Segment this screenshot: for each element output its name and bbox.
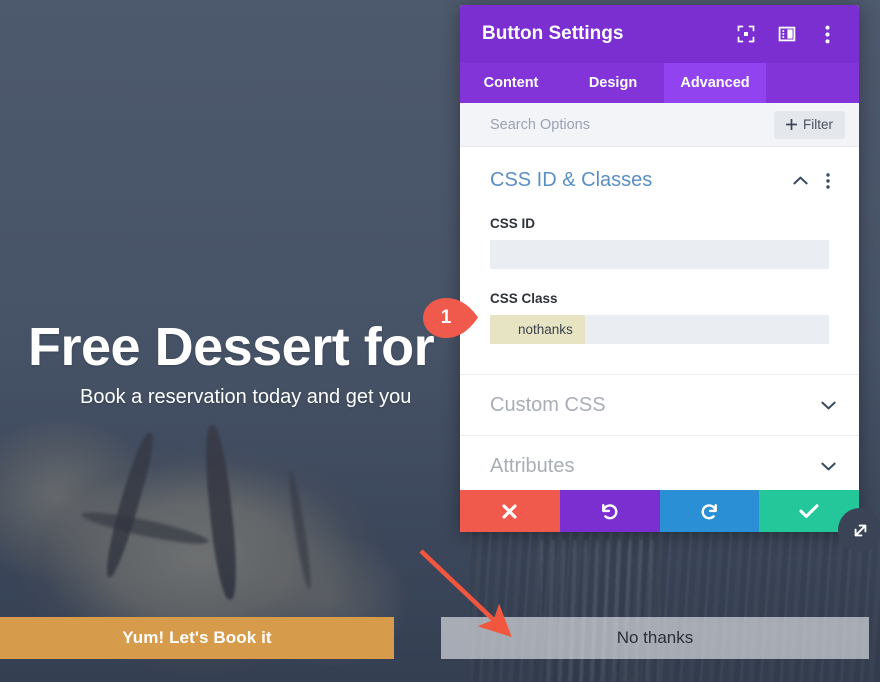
modal-title: Button Settings	[482, 23, 624, 44]
tab-design[interactable]: Design	[562, 63, 664, 103]
hero-secondary-cta-button[interactable]: No thanks	[441, 617, 869, 659]
field-css-class: CSS Class nothanks	[460, 291, 859, 344]
search-input[interactable]	[490, 116, 774, 133]
css-id-input[interactable]	[490, 240, 829, 269]
section-title-css-id-classes[interactable]: CSS ID & Classes	[490, 169, 791, 192]
field-label-css-id: CSS ID	[490, 216, 536, 231]
cancel-button[interactable]	[460, 490, 560, 532]
section-attributes[interactable]: Attributes	[460, 435, 859, 490]
section-custom-css[interactable]: Custom CSS	[460, 374, 859, 435]
layout-icon[interactable]	[777, 25, 796, 44]
modal-tabs: Content Design Advanced	[460, 63, 859, 103]
modal-body: CSS ID & Classes CSS ID CSS Class nothan…	[460, 147, 859, 490]
more-vertical-icon[interactable]	[818, 25, 837, 44]
search-options-row: Filter	[460, 103, 859, 147]
check-icon	[799, 504, 819, 518]
chevron-up-icon[interactable]	[791, 176, 809, 185]
hero-title: Free Dessert for	[28, 317, 435, 377]
redo-button[interactable]	[659, 490, 760, 532]
tab-advanced[interactable]: Advanced	[664, 63, 766, 103]
field-css-id: CSS ID	[460, 216, 859, 269]
modal-header-icons	[736, 25, 837, 44]
css-class-input[interactable]: nothanks	[490, 315, 829, 344]
close-icon	[502, 503, 517, 519]
redo-icon	[701, 503, 717, 519]
css-class-selected-text: nothanks	[490, 315, 585, 344]
section-title-attributes: Attributes	[490, 454, 575, 477]
tab-content[interactable]: Content	[460, 63, 562, 103]
filter-button-label: Filter	[803, 117, 833, 132]
undo-icon	[602, 503, 618, 519]
button-settings-modal: Button Settings Content Design Advanced …	[460, 5, 859, 532]
resize-diagonal-icon	[854, 524, 866, 536]
field-label-css-class: CSS Class	[490, 291, 558, 306]
hero-subtitle: Book a reservation today and get you	[80, 386, 412, 408]
section-title-custom-css: Custom CSS	[490, 393, 606, 416]
plus-icon	[786, 119, 797, 130]
modal-footer	[460, 490, 859, 532]
filter-button[interactable]: Filter	[774, 110, 845, 139]
modal-resize-handle[interactable]	[838, 508, 880, 552]
undo-button[interactable]	[559, 490, 660, 532]
screen-root: Free Dessert for Book a reservation toda…	[0, 0, 880, 682]
chevron-down-icon[interactable]	[819, 462, 837, 471]
section-more-vertical-icon[interactable]	[819, 172, 837, 189]
section-css-id-classes-header: CSS ID & Classes	[460, 147, 859, 202]
hero-primary-cta-button[interactable]: Yum! Let's Book it	[0, 617, 394, 659]
focus-icon[interactable]	[736, 25, 755, 44]
modal-header: Button Settings	[460, 5, 859, 63]
chevron-down-icon[interactable]	[819, 401, 837, 410]
